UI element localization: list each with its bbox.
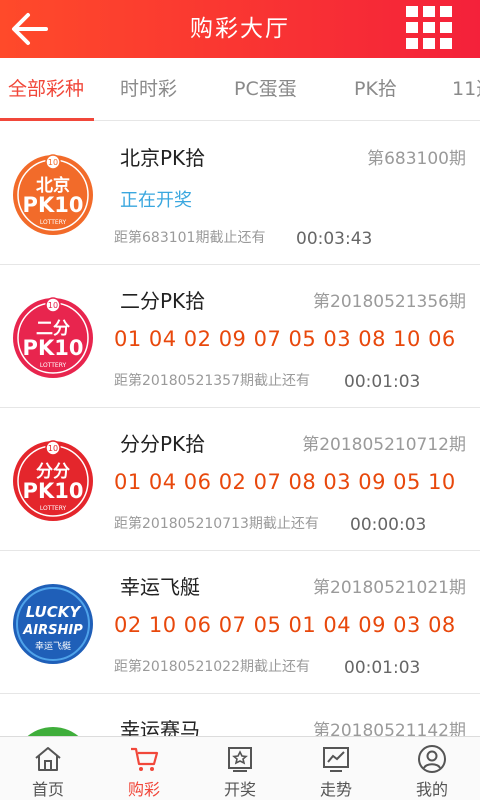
lottery-issue: 第683100期 bbox=[367, 149, 466, 169]
nav-mine[interactable]: 我的 bbox=[384, 737, 480, 800]
beijing-pk10-logo: 10 北京 PK10 LOTTERY bbox=[12, 154, 94, 236]
lottery-row-beijing-pk10[interactable]: 10 北京 PK10 LOTTERY 北京PK拾 第683100期 正在开奖 距… bbox=[0, 122, 480, 265]
lottery-row-lucky-airship[interactable]: LUCKY AIRSHIP 幸运飞艇 幸运飞艇 第20180521021期 02… bbox=[0, 551, 480, 694]
svg-text:PK10: PK10 bbox=[23, 479, 84, 503]
svg-text:LUCKY: LUCKY bbox=[26, 603, 83, 621]
lottery-row-1min-pk10[interactable]: 10 分分 PK10 LOTTERY 分分PK拾 第201805210712期 … bbox=[0, 408, 480, 551]
deadline-label: 距第683101期截止还有 bbox=[114, 230, 266, 246]
nav-buy[interactable]: 购彩 bbox=[96, 737, 192, 800]
lottery-name: 北京PK拾 bbox=[120, 146, 206, 170]
2min-pk10-logo: 10 二分 PK10 LOTTERY bbox=[12, 297, 94, 379]
tab-all[interactable]: 全部彩种 bbox=[8, 58, 84, 120]
lottery-list: 10 北京 PK10 LOTTERY 北京PK拾 第683100期 正在开奖 距… bbox=[0, 122, 480, 736]
trend-icon bbox=[323, 747, 349, 772]
countdown-timer: 00:03:43 bbox=[296, 229, 373, 249]
lottery-name: 幸运飞艇 bbox=[120, 575, 200, 599]
svg-text:10: 10 bbox=[48, 158, 58, 167]
nav-label: 购彩 bbox=[127, 780, 160, 799]
tab-11x5[interactable]: 11选 bbox=[452, 58, 480, 120]
lottery-name: 分分PK拾 bbox=[120, 432, 206, 456]
svg-text:10: 10 bbox=[48, 301, 58, 310]
active-tab-indicator bbox=[0, 118, 94, 121]
deadline-label: 距第20180521357期截止还有 bbox=[114, 373, 310, 389]
app-root: 购彩大厅 全部彩种 时时彩 PC蛋蛋 PK拾 11选 10 bbox=[0, 0, 480, 800]
cart-icon bbox=[131, 747, 159, 771]
1min-pk10-logo: 10 分分 PK10 LOTTERY bbox=[12, 440, 94, 522]
lottery-issue: 第20180521021期 bbox=[313, 578, 466, 598]
countdown-timer: 00:01:03 bbox=[344, 658, 421, 678]
svg-text:PK10: PK10 bbox=[23, 336, 84, 360]
tab-ssc[interactable]: 时时彩 bbox=[120, 58, 177, 120]
svg-text:AIRSHIP: AIRSHIP bbox=[22, 623, 83, 638]
svg-text:LOTTERY: LOTTERY bbox=[40, 362, 67, 369]
svg-text:10: 10 bbox=[48, 444, 58, 453]
nav-label: 走势 bbox=[319, 780, 352, 799]
nav-label: 开奖 bbox=[223, 780, 256, 799]
lottery-row-lucky-horse[interactable]: 幸运赛马 第20180521142期 bbox=[0, 694, 480, 736]
home-icon bbox=[35, 747, 61, 771]
nav-draw[interactable]: 开奖 bbox=[192, 737, 288, 800]
winning-numbers: 02 10 06 07 05 01 04 09 03 08 bbox=[114, 613, 456, 637]
nav-trend[interactable]: 走势 bbox=[288, 737, 384, 800]
top-bar: 购彩大厅 bbox=[0, 0, 480, 58]
nav-label: 首页 bbox=[31, 780, 64, 799]
bottom-navigation: 首页 购彩 开奖 走势 我的 bbox=[0, 736, 480, 800]
tab-pk10[interactable]: PK拾 bbox=[354, 58, 397, 120]
category-tabs: 全部彩种 时时彩 PC蛋蛋 PK拾 11选 bbox=[0, 58, 480, 121]
drawing-status: 正在开奖 bbox=[120, 190, 192, 211]
svg-text:幸运飞艇: 幸运飞艇 bbox=[35, 640, 71, 652]
deadline-label: 距第201805210713期截止还有 bbox=[114, 516, 319, 532]
menu-grid-button[interactable] bbox=[406, 6, 454, 52]
award-icon bbox=[228, 747, 252, 772]
countdown-timer: 00:00:03 bbox=[350, 515, 427, 535]
winning-numbers: 01 04 06 02 07 08 03 09 05 10 bbox=[114, 470, 456, 494]
svg-text:PK10: PK10 bbox=[23, 193, 84, 217]
nav-label: 我的 bbox=[415, 780, 448, 799]
lucky-airship-logo: LUCKY AIRSHIP 幸运飞艇 bbox=[12, 583, 94, 665]
nav-home[interactable]: 首页 bbox=[0, 737, 96, 800]
user-icon bbox=[418, 745, 446, 773]
lottery-issue: 第20180521356期 bbox=[313, 292, 466, 312]
lottery-row-2min-pk10[interactable]: 10 二分 PK10 LOTTERY 二分PK拾 第20180521356期 0… bbox=[0, 265, 480, 408]
lottery-issue: 第20180521142期 bbox=[313, 721, 466, 736]
deadline-label: 距第20180521022期截止还有 bbox=[114, 659, 310, 675]
countdown-timer: 00:01:03 bbox=[344, 372, 421, 392]
lottery-issue: 第201805210712期 bbox=[302, 435, 466, 455]
svg-text:LOTTERY: LOTTERY bbox=[40, 505, 67, 512]
lottery-name: 二分PK拾 bbox=[120, 289, 206, 313]
lucky-horse-logo bbox=[12, 726, 94, 736]
tab-pc-dandan[interactable]: PC蛋蛋 bbox=[234, 58, 297, 120]
winning-numbers: 01 04 02 09 07 05 03 08 10 06 bbox=[114, 327, 456, 351]
lottery-name: 幸运赛马 bbox=[120, 718, 200, 736]
svg-text:LOTTERY: LOTTERY bbox=[40, 219, 67, 226]
